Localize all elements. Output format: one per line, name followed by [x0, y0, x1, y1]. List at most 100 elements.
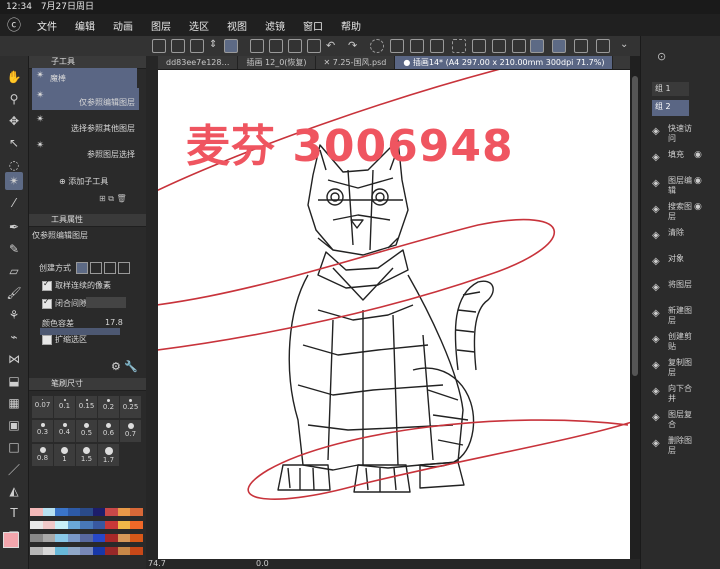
eye-icon[interactable] [224, 39, 238, 53]
export-icon[interactable] [307, 39, 321, 53]
color-swatch[interactable] [30, 508, 43, 516]
expand-option[interactable]: 扩缩选区 [42, 334, 87, 345]
color-swatch[interactable] [42, 534, 56, 542]
color-swatch[interactable] [92, 521, 106, 529]
tab-doc-2[interactable]: 插画 12_0(恢复) [238, 56, 316, 69]
menu-help[interactable]: 帮助 [332, 18, 370, 33]
tablet-icon[interactable] [596, 39, 610, 53]
color-swatch[interactable] [80, 508, 93, 516]
undo-icon[interactable]: ↶ [326, 39, 340, 53]
color-swatch[interactable] [130, 521, 143, 529]
brush-size-cell[interactable]: 1.7 [98, 444, 119, 466]
subtool-item-magic-wand[interactable]: ✴ 魔棒 [32, 68, 137, 88]
brush-size-cell[interactable]: 0.4 [54, 420, 75, 442]
color-swatch[interactable] [67, 547, 81, 555]
menu-file[interactable]: 文件 [28, 18, 66, 33]
shape-icon[interactable]: □ [5, 438, 23, 456]
brush-size-cell[interactable]: 1 [54, 444, 75, 466]
color-swatch[interactable] [92, 534, 106, 542]
create-mode-intersect-button[interactable] [117, 262, 130, 274]
color-swatch[interactable] [80, 534, 93, 542]
color-swatch[interactable] [42, 508, 56, 516]
color-swatch[interactable] [67, 508, 81, 516]
subtool-item-ref-layer[interactable]: ✴ 参照图层选择 [32, 138, 139, 162]
eraser-icon[interactable]: ▱ [5, 262, 23, 280]
paint-bucket-icon[interactable] [410, 39, 424, 53]
gradient-icon[interactable]: ▣ [5, 416, 23, 434]
color-swatch[interactable] [117, 508, 131, 516]
magic-wand-icon[interactable]: ✴ [5, 172, 23, 190]
tab-doc-3[interactable]: ✕ 7.25-国风.psd [316, 56, 396, 69]
brush-size-cell[interactable]: 0.1 [54, 396, 75, 418]
color-swatch[interactable] [42, 547, 56, 555]
open-file-icon[interactable] [269, 39, 283, 53]
eye-icon[interactable]: ◉ [694, 150, 702, 160]
color-swatch[interactable] [67, 534, 81, 542]
move-icon[interactable]: ✥ [5, 112, 23, 130]
color-swatch[interactable] [130, 547, 143, 555]
color-swatch[interactable] [105, 534, 118, 542]
brush-icon[interactable]: 🖌 [5, 284, 23, 302]
ruler-icon[interactable] [530, 39, 544, 53]
create-mode-add-button[interactable] [89, 262, 102, 274]
expand-checkbox[interactable] [42, 334, 52, 345]
flip-icon[interactable]: ⇕ [209, 39, 223, 53]
select-invert-icon[interactable] [472, 39, 486, 53]
color-swatch[interactable] [80, 547, 93, 555]
color-swatch[interactable] [80, 521, 93, 529]
layer-item-group-1[interactable]: 组 1 [652, 82, 689, 96]
operation-icon[interactable]: ↖ [5, 134, 23, 152]
brush-size-cell[interactable]: 1.5 [76, 444, 97, 466]
brush-size-cell[interactable]: 0.25 [120, 396, 141, 418]
color-swatch[interactable] [105, 508, 118, 516]
brush-size-cell[interactable]: 0.3 [32, 420, 53, 442]
color-swatch[interactable] [30, 547, 43, 555]
app-logo-icon[interactable]: ⓒ [0, 15, 28, 35]
menu-window[interactable]: 窗口 [294, 18, 332, 33]
brush-size-cell[interactable]: 0.6 [98, 420, 119, 442]
redo-icon[interactable]: ↷ [348, 39, 362, 53]
brush-size-cell[interactable]: 0.2 [98, 396, 119, 418]
close-gap-option[interactable]: 闭合间隙 [42, 297, 126, 309]
airbrush-icon[interactable]: ⌁ [5, 328, 23, 346]
fill-tool-icon[interactable]: ◭ [5, 482, 23, 500]
subtool-item-edit-layer[interactable]: ✴ 仅参照编辑图层 [32, 88, 139, 110]
menu-edit[interactable]: 编辑 [66, 18, 104, 33]
fill-icon[interactable] [390, 39, 404, 53]
frame-icon[interactable]: ▦ [5, 394, 23, 412]
blend-icon[interactable]: ⋈ [5, 350, 23, 368]
line-icon[interactable]: ／ [5, 460, 23, 478]
brush-size-cell[interactable]: 0.07 [32, 396, 53, 418]
color-swatch[interactable] [30, 534, 43, 542]
wrench-icon[interactable]: ⚙ 🔧 [111, 360, 138, 373]
color-swatch[interactable] [55, 534, 68, 542]
deselect-icon[interactable] [452, 39, 466, 53]
zoom-value[interactable]: 74.7 [148, 559, 166, 568]
menu-icon[interactable] [152, 39, 166, 53]
color-swatch[interactable] [117, 534, 131, 542]
brush-size-cell[interactable]: 0.15 [76, 396, 97, 418]
eye-icon[interactable]: ◉ [694, 202, 702, 212]
menu-filter[interactable]: 滤镜 [256, 18, 294, 33]
menu-view[interactable]: 视图 [218, 18, 256, 33]
clear-icon[interactable] [370, 39, 384, 53]
color-swatch[interactable] [55, 521, 68, 529]
color-swatch[interactable] [92, 547, 106, 555]
brush-size-cell[interactable]: 0.7 [120, 420, 141, 442]
selection-square-icon[interactable] [512, 39, 526, 53]
create-mode-new-button[interactable] [75, 262, 88, 274]
subtool-footer-icons[interactable]: ⊞ ⧉ 🗑 [99, 194, 127, 204]
color-swatch[interactable] [130, 508, 143, 516]
color-swatch[interactable] [55, 508, 68, 516]
menu-animation[interactable]: 动画 [104, 18, 142, 33]
main-color-swatch[interactable] [3, 532, 19, 548]
add-subtool-button[interactable]: ⊕ 添加子工具 [59, 176, 108, 187]
transform-icon[interactable] [190, 39, 204, 53]
chevron-down-icon[interactable]: ⌄ [620, 39, 634, 53]
pen-icon[interactable]: ✒ [5, 218, 23, 236]
hand-icon[interactable]: ✋ [5, 68, 23, 86]
eye-icon[interactable]: ◉ [694, 176, 702, 186]
search-icon[interactable]: ⊙ [657, 50, 666, 63]
selection-border-icon[interactable] [492, 39, 506, 53]
layer-item-group-2[interactable]: 组 2 [652, 100, 689, 114]
